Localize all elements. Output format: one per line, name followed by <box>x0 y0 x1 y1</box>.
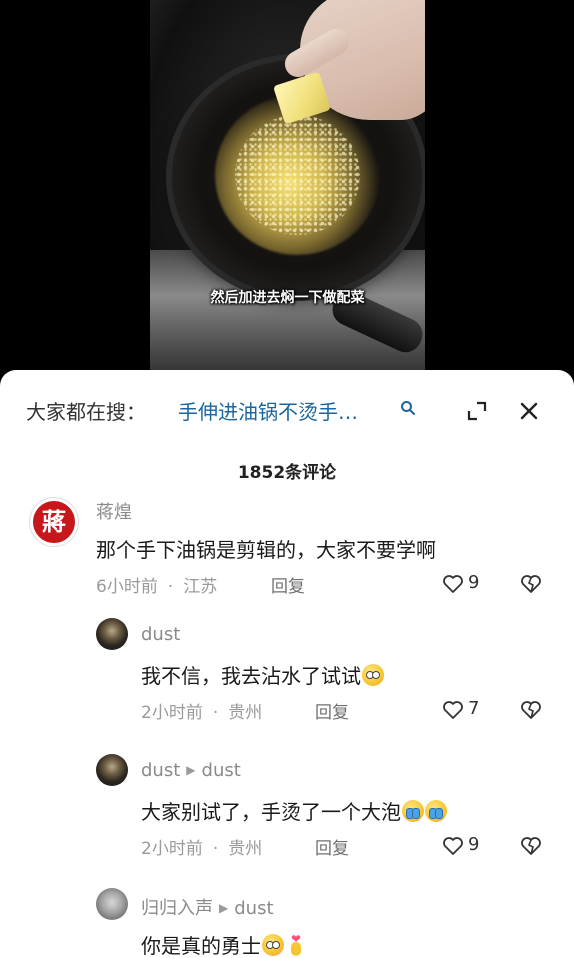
comment-author[interactable]: dust <box>141 760 180 781</box>
comment-location: 贵州 <box>228 839 263 859</box>
reply-to-author[interactable]: dust <box>202 760 241 781</box>
comment-text: 大家别试了，手烫了一个大泡 <box>141 796 447 825</box>
search-suggestion-link[interactable]: 手伸进油锅不烫手… <box>178 396 358 425</box>
comment-sheet: 大家都在搜： 手伸进油锅不烫手… 1852条评论 蔣 蒋煌 那个手下油锅是剪辑的… <box>0 370 574 958</box>
comment-author[interactable]: 归归入声 <box>141 898 213 919</box>
close-icon[interactable] <box>518 400 540 422</box>
comment-text: 你是真的勇士 <box>141 930 307 958</box>
comment-time: 6小时前 <box>96 577 158 597</box>
comment-meta: 2小时前 · 贵州 <box>141 698 262 723</box>
finger-heart-emoji-icon <box>285 932 307 956</box>
comment-author-line: dust ▶ dust <box>141 760 241 781</box>
comment-meta: 2小时前 · 贵州 <box>141 834 262 859</box>
comment-text-content: 你是真的勇士 <box>141 934 261 958</box>
comment-item: 蔣 蒋煌 那个手下油锅是剪辑的，大家不要学啊 6小时前 · 江苏 回复 9 <box>0 494 574 604</box>
search-icon[interactable] <box>400 400 416 416</box>
comment-location: 江苏 <box>183 577 218 597</box>
like-count: 9 <box>468 572 480 593</box>
heart-outline-icon[interactable] <box>442 700 464 720</box>
comment-time: 2小时前 <box>141 703 203 723</box>
crying-emoji-icon <box>402 800 424 822</box>
meta-dot: · <box>167 577 174 597</box>
heart-outline-icon[interactable] <box>442 574 464 594</box>
reply-arrow-icon: ▶ <box>186 763 196 777</box>
reply-button[interactable]: 回复 <box>315 834 349 859</box>
broken-heart-icon[interactable] <box>520 573 542 595</box>
avatar-text: 蔣 <box>42 507 66 536</box>
avatar[interactable] <box>96 754 128 786</box>
reply-to-author[interactable]: dust <box>234 898 273 919</box>
comment-meta: 6小时前 · 江苏 <box>96 572 217 597</box>
like-count: 7 <box>468 698 480 719</box>
reply-item: dust ▶ dust 大家别试了，手烫了一个大泡 2小时前 · 贵州 回复 9 <box>0 752 574 862</box>
comment-text-content: 大家别试了，手烫了一个大泡 <box>141 800 401 824</box>
video-player[interactable]: 然后加进去焖一下做配菜 <box>0 0 574 380</box>
comment-author[interactable]: 蒋煌 <box>96 498 132 524</box>
comment-count: 1852条评论 <box>237 463 337 483</box>
crying-emoji-icon <box>425 800 447 822</box>
meta-dot: · <box>212 703 219 723</box>
broken-heart-icon[interactable] <box>520 699 542 721</box>
video-subtitle: 然后加进去焖一下做配菜 <box>210 290 365 306</box>
avatar[interactable]: 蔣 <box>30 498 78 546</box>
heart-outline-icon[interactable] <box>442 836 464 856</box>
avatar[interactable] <box>96 888 128 920</box>
comment-author-line: 归归入声 ▶ dust <box>141 894 274 920</box>
video-frame[interactable]: 然后加进去焖一下做配菜 <box>150 0 425 380</box>
avatar[interactable] <box>96 618 128 650</box>
comment-location: 贵州 <box>228 703 263 723</box>
comment-text: 那个手下油锅是剪辑的，大家不要学啊 <box>96 538 436 562</box>
broken-heart-icon[interactable] <box>520 835 542 857</box>
reply-button[interactable]: 回复 <box>315 698 349 723</box>
rolling-eyes-emoji-icon <box>362 664 384 686</box>
comment-time: 2小时前 <box>141 839 203 859</box>
reply-item: 归归入声 ▶ dust 你是真的勇士 <box>0 886 574 958</box>
meta-dot: · <box>212 839 219 859</box>
comment-text: 我不信，我去沾水了试试 <box>141 660 384 689</box>
reply-arrow-icon: ▶ <box>219 901 229 915</box>
search-label: 大家都在搜： <box>26 400 146 424</box>
like-count: 9 <box>468 834 480 855</box>
oil-foam <box>235 115 360 235</box>
reply-button[interactable]: 回复 <box>271 572 305 597</box>
search-suggestion-bar[interactable]: 大家都在搜： 手伸进油锅不烫手… <box>0 390 574 430</box>
comment-text-content: 我不信，我去沾水了试试 <box>141 664 361 688</box>
reply-item: dust 我不信，我去沾水了试试 2小时前 · 贵州 回复 7 <box>0 616 574 726</box>
comment-author[interactable]: dust <box>141 624 180 645</box>
expand-icon[interactable] <box>466 400 488 422</box>
flushed-emoji-icon <box>262 934 284 956</box>
